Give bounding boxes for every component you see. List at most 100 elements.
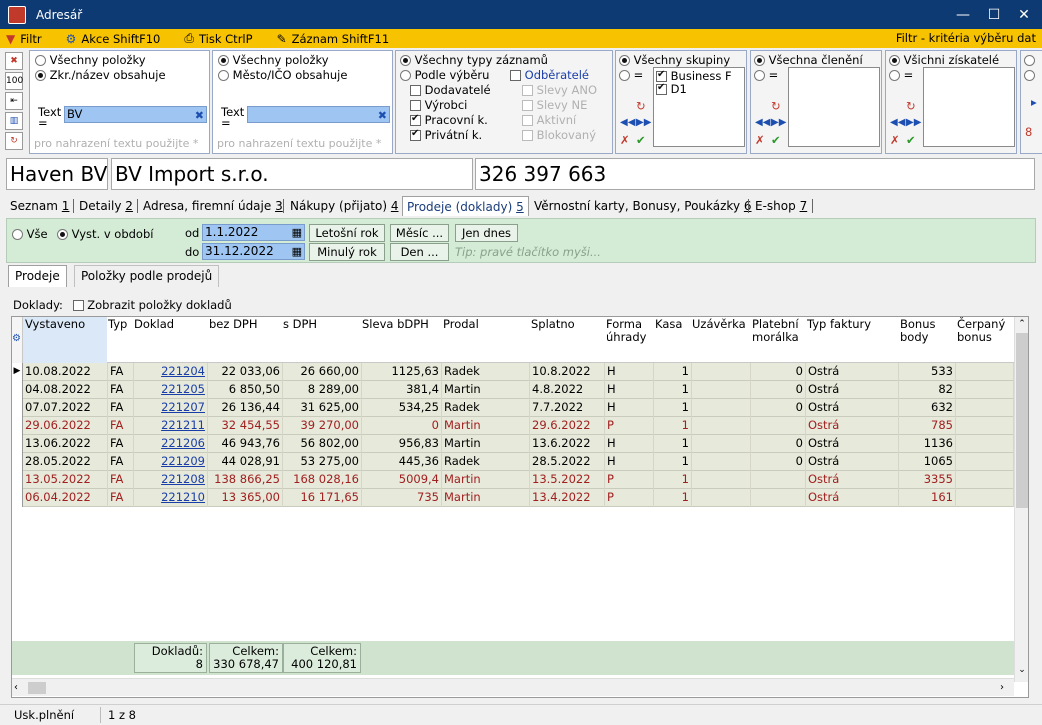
row-selector[interactable] [12,417,23,435]
tab-eshop[interactable]: E-shop 7 [751,196,811,216]
customers-check[interactable]: Odběratelé [510,68,589,82]
vertical-scrollbar[interactable]: ⌃ ⌄ [1014,317,1028,682]
table-row[interactable]: 04.08.2022 FA 221205 6 850,50 8 289,00 381,4 M… [12,381,1014,399]
opt-all-groups[interactable]: Všechny skupiny [619,53,730,67]
checkbox[interactable] [522,100,533,111]
checkbox[interactable] [410,85,421,96]
rewind-icon[interactable]: ◀◀ [620,117,635,128]
cell-doklad[interactable]: 221210 [134,489,208,507]
tab-seznam[interactable]: Seznam 1 [6,196,73,216]
table-row[interactable]: ▶ 10.08.2022 FA 221204 22 033,06 26 660,00 112… [12,363,1014,381]
last-year-button[interactable]: Minulý rok [309,243,385,261]
radio[interactable] [218,70,229,81]
cell-doklad[interactable]: 221204 [134,363,208,381]
radio[interactable] [619,70,630,81]
clear-x-icon[interactable]: ✖ [195,108,204,123]
col-typ[interactable]: Typ [108,318,132,331]
horizontal-scrollbar[interactable]: ‹ › [12,678,1014,696]
opt-in-period[interactable]: Vyst. v období [57,227,153,241]
refresh-icon[interactable]: ↻ [906,99,916,113]
opt-all-types[interactable]: Všechny typy záznamů [400,53,548,67]
tab-prodeje[interactable]: Prodeje (doklady) 5 [402,196,529,216]
opt-all-acquirers[interactable]: Všichni získatelé [889,53,999,67]
settings-gear-icon[interactable]: ⚙ [12,333,21,344]
col-vystaveno[interactable]: Vystaveno [25,318,105,331]
checkbox[interactable] [522,85,533,96]
cell-doklad[interactable]: 221206 [134,435,208,453]
fast-forward-icon[interactable]: ▶▶ [636,117,651,128]
row-selector[interactable] [12,453,23,471]
col-prodal[interactable]: Prodal [443,318,528,331]
checkbox[interactable] [410,100,421,111]
fast-forward-icon[interactable]: ▶▶ [771,117,786,128]
tab-detaily[interactable]: Detaily 2 [75,196,137,216]
col-doklad[interactable]: Doklad [134,318,204,331]
scroll-up-icon[interactable]: ⌃ [1015,317,1029,331]
cancel-icon[interactable]: ✗ [620,133,630,147]
record-button[interactable]: ✎ Záznam ShiftF11 [271,32,390,46]
table-row[interactable]: 13.05.2022 FA 221208 138 866,25 168 028,16 50… [12,471,1014,489]
radio[interactable] [400,70,411,81]
clear-filter-icon[interactable]: ✖ [5,52,23,70]
group-item[interactable]: Business F [656,69,732,83]
col-sleva[interactable]: Sleva bDPH [362,318,440,331]
minimize-icon[interactable]: — [948,0,978,30]
refresh-icon[interactable]: ↻ [636,99,646,113]
tab-nakupy[interactable]: Nákupy (přijato) 4 [286,196,403,216]
radio[interactable] [35,55,46,66]
maximize-icon[interactable]: ☐ [979,0,1009,30]
checkbox[interactable] [410,113,421,126]
disc-yes-check[interactable]: Slevy ANO [522,83,597,97]
arrow-left-icon[interactable]: ⇤ [5,92,23,110]
workers-check[interactable]: Pracovní k. [410,113,488,127]
radio[interactable] [889,70,900,81]
scroll-right-icon[interactable]: ▸ [1031,95,1037,109]
col-typ-faktury[interactable]: Typ faktury [807,318,897,331]
groups-list[interactable]: Business F D1 [653,67,745,147]
opt-by-selection[interactable]: Podle výběru [400,68,489,82]
actions-button[interactable]: ⚙ Akce ShiftF10 [60,32,161,46]
opt-acquirers-eq[interactable]: = [889,68,913,82]
tab-vernostni[interactable]: Věrnostní karty, Bonusy, Poukázky 6 [530,196,756,216]
cell-doklad[interactable]: 221205 [134,381,208,399]
checkbox[interactable] [522,115,533,126]
filter-button[interactable]: ▼ Filtr [0,32,42,46]
month-button[interactable]: Měsíc ... [390,224,449,242]
col-bez-dph[interactable]: bez DPH [209,318,281,331]
private-check[interactable]: Privátní k. [410,128,482,142]
col-forma-uhrady[interactable]: Forma úhrady [606,318,654,344]
radio[interactable] [1024,53,1035,67]
calendar-icon[interactable]: ▦ [292,225,302,240]
opt-all-sections[interactable]: Všechna členění [754,53,863,67]
row-selector[interactable] [12,381,23,399]
radio[interactable] [619,55,630,66]
checkbox[interactable] [510,70,521,81]
show-items-check[interactable]: Zobrazit položky dokladů [72,298,232,312]
col-cerpany-bonus[interactable]: Čerpaný bonus [957,318,1012,344]
rewind-icon[interactable]: ◀◀ [755,117,770,128]
row-selector[interactable] [12,435,23,453]
close-icon[interactable]: ✕ [1009,0,1039,30]
confirm-icon[interactable]: ✔ [636,133,646,147]
calendar-icon[interactable]: ▦ [292,244,302,259]
radio[interactable] [754,70,765,81]
cancel-icon[interactable]: ✗ [890,133,900,147]
col-platebni-moralka[interactable]: Platební morálka [752,318,804,344]
opt-name-contains[interactable]: Zkr./název obsahuje [35,68,166,82]
print-button[interactable]: ⎙ Tisk CtrlP [178,31,252,46]
table-row[interactable]: 13.06.2022 FA 221206 46 943,76 56 802,00 956,… [12,435,1014,453]
checkbox[interactable] [410,128,421,141]
today-button[interactable]: Jen dnes [455,224,518,242]
city-search-input[interactable]: ✖ [247,106,390,123]
radio[interactable] [12,229,23,240]
rewind-icon[interactable]: ◀◀ [890,117,905,128]
limit-100-icon[interactable]: 100 [5,72,23,90]
cancel-icon[interactable]: ✗ [755,133,765,147]
date-from-input[interactable]: 1.1.2022 ▦ [202,224,305,241]
checkbox[interactable] [72,300,84,311]
radio[interactable] [218,55,229,66]
acquirers-list[interactable] [923,67,1015,147]
radio[interactable] [35,70,46,81]
opt-all-period[interactable]: Vše [12,227,48,241]
producers-check[interactable]: Výrobci [410,98,467,112]
